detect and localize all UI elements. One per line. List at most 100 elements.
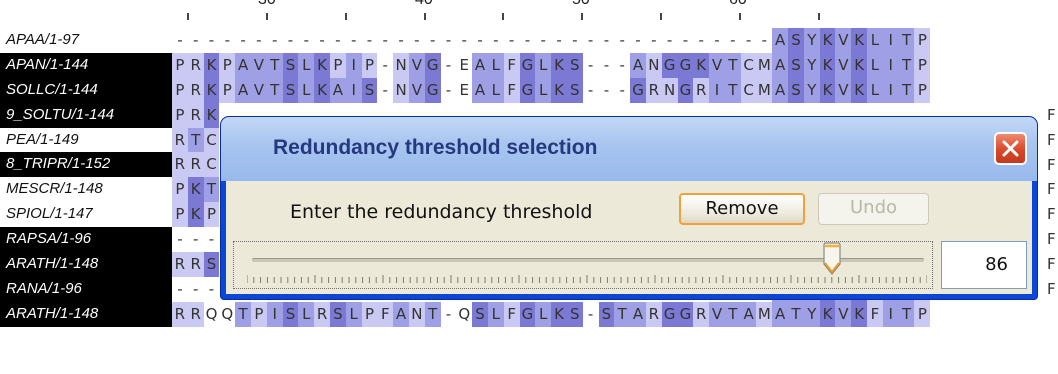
residue: A — [235, 77, 251, 103]
sequence-name[interactable]: 9_SOLTU/1-144 — [0, 102, 172, 128]
alignment-ruler: 30 40 50 60 — [0, 0, 1058, 28]
sequence-row: PRKPAVTSLKPIP-NVG-EALFGLKS---ANGGKVTCMAS… — [172, 52, 931, 78]
residue: - — [303, 31, 309, 49]
residue: G — [677, 52, 694, 78]
residue: - — [177, 279, 183, 298]
residue: S — [566, 77, 583, 103]
sequence-name[interactable]: MESCR/1-148 — [0, 177, 172, 202]
sequence-name[interactable]: SPIOL/1-147 — [0, 202, 172, 227]
residue: A — [740, 301, 757, 327]
residue: A — [630, 52, 646, 78]
residue: - — [493, 31, 499, 49]
residue: P — [172, 177, 188, 203]
residue: I — [345, 77, 362, 103]
ruler-tick — [502, 13, 504, 20]
remove-button[interactable]: Remove — [679, 193, 805, 225]
residue: I — [266, 301, 283, 327]
residue: L — [345, 301, 362, 327]
residue: P — [914, 301, 931, 327]
residue: R — [314, 301, 330, 327]
residue: - — [287, 31, 294, 49]
residue: - — [682, 31, 689, 49]
residue: K — [187, 202, 204, 228]
slider-thumb[interactable] — [822, 242, 842, 276]
sequence-row: RRQQTPISLRSLPFANT-QSLFGLKS-STARGGRVTAMAT… — [172, 301, 931, 327]
residue: T — [424, 301, 441, 327]
residue: A — [329, 77, 346, 103]
sequence-name[interactable]: PEA/1-149 — [0, 128, 172, 153]
residue: - — [666, 31, 673, 49]
residue: Q — [205, 304, 218, 323]
residue: - — [177, 31, 183, 49]
threshold-value-field[interactable]: 86 — [941, 241, 1027, 289]
residue: A — [393, 301, 409, 327]
residue: G — [661, 301, 678, 327]
ruler-tick — [266, 13, 268, 20]
residue: P — [914, 77, 931, 103]
residue: - — [445, 31, 452, 49]
sequence-name[interactable]: 8_TRIPR/1-152 — [0, 152, 172, 178]
residue: - — [587, 80, 594, 99]
residue: P — [914, 28, 931, 53]
residue: - — [761, 31, 768, 49]
threshold-slider[interactable] — [233, 241, 933, 289]
residue: - — [192, 230, 199, 249]
residue: T — [235, 301, 251, 327]
residue: C — [740, 52, 757, 78]
residue: - — [192, 279, 199, 298]
residue: T — [898, 301, 915, 327]
residue: T — [266, 52, 283, 78]
residue: L — [535, 301, 552, 327]
sequence-name[interactable]: APAN/1-144 — [0, 52, 172, 78]
residue: - — [603, 80, 610, 99]
residue: - — [429, 31, 436, 49]
residue: K — [551, 52, 567, 78]
residue: V — [835, 77, 852, 103]
residue: K — [551, 301, 567, 327]
close-button[interactable] — [994, 132, 1027, 165]
residue: F — [503, 52, 520, 78]
residue: G — [519, 52, 536, 78]
ruler-tick — [818, 13, 820, 20]
residue: - — [714, 31, 720, 49]
residue: S — [788, 52, 804, 78]
residue: T — [614, 301, 631, 327]
sequence-name[interactable]: RAPSA/1-96 — [0, 227, 172, 253]
residue: R — [693, 77, 710, 103]
dialog-title: Redundancy threshold selection — [273, 136, 598, 159]
dialog-titlebar[interactable]: Redundancy threshold selection — [221, 117, 1037, 181]
residue: R — [693, 301, 710, 327]
undo-button[interactable]: Undo — [818, 193, 929, 225]
residue: G — [519, 301, 536, 327]
residue: V — [709, 52, 725, 78]
residue: T — [898, 52, 915, 78]
edge-residue: F — [1047, 155, 1056, 174]
residue: - — [508, 31, 515, 49]
residue: A — [772, 301, 789, 327]
residue: - — [382, 55, 388, 74]
residue: - — [398, 31, 404, 49]
ruler-label: 40 — [415, 0, 433, 9]
residue: G — [424, 52, 441, 78]
dialog-body: Enter the redundancy threshold Remove Un… — [226, 181, 1032, 294]
residue: - — [603, 55, 610, 74]
residue: L — [487, 52, 504, 78]
ruler-tick — [660, 13, 662, 20]
sequence-name[interactable]: ARATH/1-148 — [0, 301, 172, 327]
sequence-name[interactable]: RANA/1-96 — [0, 276, 172, 302]
sequence-name[interactable]: ARATH/1-148 — [0, 252, 172, 277]
ruler-tick — [345, 13, 347, 20]
residue: F — [377, 301, 394, 327]
residue: V — [835, 28, 852, 53]
ruler-label: 50 — [572, 0, 590, 9]
edge-residue: F — [1047, 180, 1056, 199]
residue: - — [619, 80, 625, 99]
residue: P — [172, 77, 188, 103]
residue: - — [208, 31, 215, 49]
sequence-name[interactable]: SOLLC/1-144 — [0, 77, 172, 103]
residue: R — [187, 301, 204, 327]
ruler-tick — [739, 13, 741, 20]
sequence-name[interactable]: APAA/1-97 — [0, 28, 172, 53]
sequence-row: --------------------------------------AS… — [172, 28, 931, 53]
residue: - — [445, 55, 452, 74]
